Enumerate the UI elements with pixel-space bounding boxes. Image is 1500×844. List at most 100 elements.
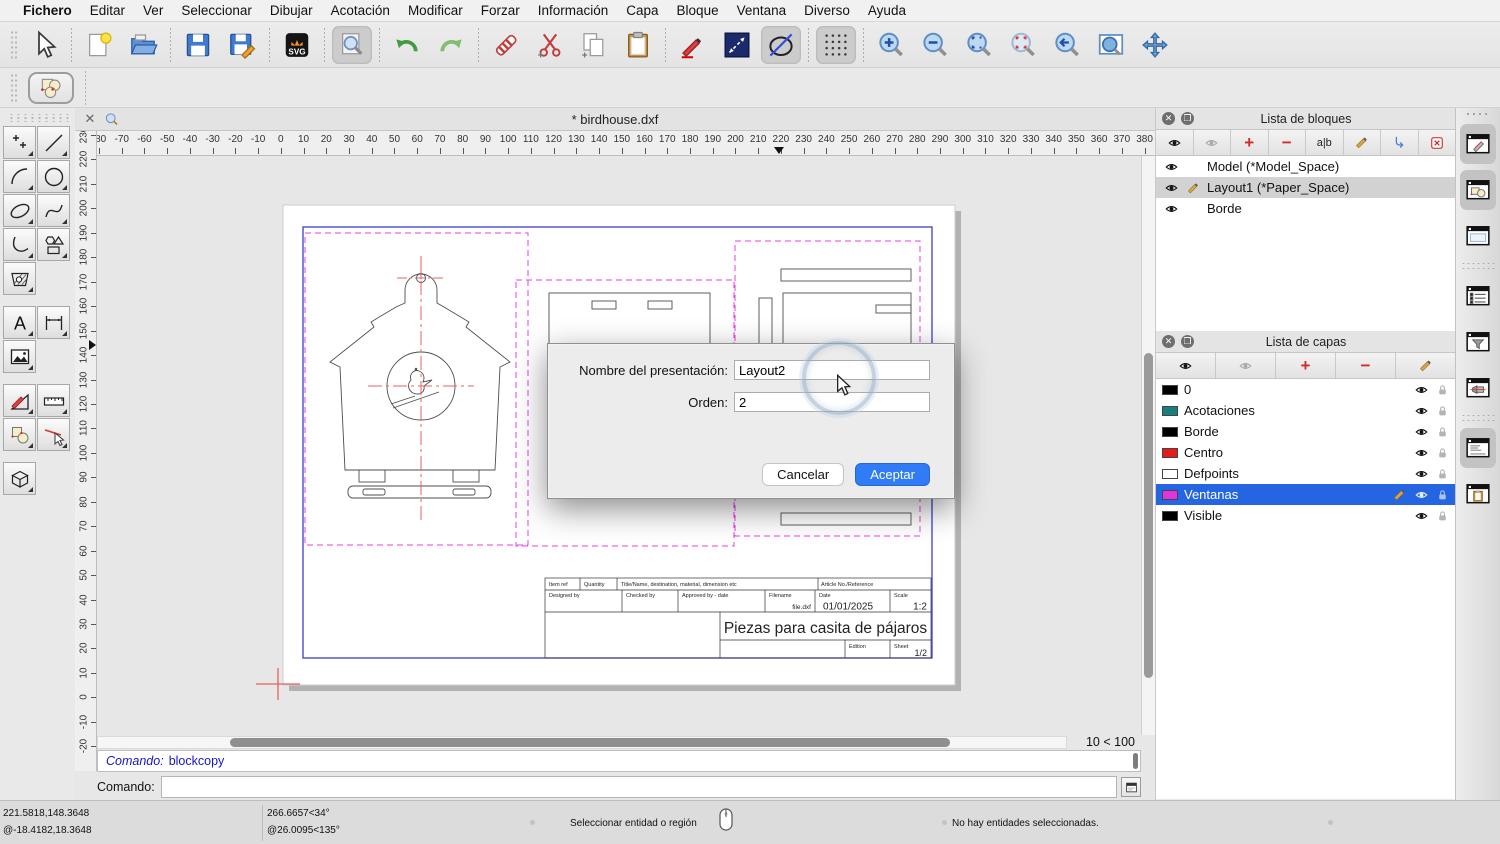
menu-informacion[interactable]: Información (529, 3, 618, 18)
edit-pen-button[interactable] (673, 26, 713, 64)
remove-layer-button[interactable]: − (1336, 353, 1396, 378)
layer-visible-icon[interactable] (1413, 467, 1430, 481)
paper-space-canvas[interactable]: Item ref Quantity Title/Name, destinatio… (97, 156, 1141, 735)
save-as-button[interactable] (222, 26, 262, 64)
dock-filter-button[interactable] (1460, 322, 1496, 362)
tool-shapes-button[interactable] (37, 228, 70, 261)
tool-ellipse-button[interactable] (3, 194, 36, 227)
layer-visible-icon[interactable] (1413, 446, 1430, 460)
measure-distance-button[interactable] (717, 26, 757, 64)
delete-block-button[interactable] (1419, 130, 1456, 155)
redo-button[interactable] (431, 26, 471, 64)
layer-visible-icon[interactable] (1413, 383, 1430, 397)
menu-fichero[interactable]: Fichero (14, 3, 81, 18)
tool-image-button[interactable] (3, 340, 36, 373)
menu-ver[interactable]: Ver (134, 3, 172, 18)
hide-all-layers-button[interactable] (1216, 353, 1276, 378)
block-panel-float-icon[interactable]: ❐ (1181, 112, 1194, 125)
block-visible-icon[interactable] (1163, 181, 1180, 195)
tool-text-button[interactable] (3, 306, 36, 339)
layer-lock-icon[interactable] (1436, 404, 1449, 418)
toolbar-drag-handle[interactable] (10, 72, 18, 103)
tool-line-button[interactable] (37, 126, 70, 159)
open-file-button[interactable] (123, 26, 163, 64)
layer-lock-icon[interactable] (1436, 488, 1449, 502)
dock-clipboard-button[interactable] (1460, 474, 1496, 514)
layer-panel-close-icon[interactable]: ✕ (1162, 335, 1175, 348)
command-history-scrollbar[interactable] (1133, 753, 1138, 769)
command-input[interactable] (160, 776, 1117, 798)
layer-lock-icon[interactable] (1436, 446, 1449, 460)
zoom-in-button[interactable] (871, 26, 911, 64)
dock-block-list-button[interactable] (1460, 170, 1496, 210)
pan-button[interactable] (1135, 26, 1175, 64)
vertical-scrollbar[interactable] (1141, 156, 1155, 735)
menu-modificar[interactable]: Modificar (399, 3, 472, 18)
new-file-button[interactable] (79, 26, 119, 64)
tool-measure-button[interactable] (37, 384, 70, 417)
block-visible-icon[interactable] (1163, 202, 1180, 216)
layer-row[interactable]: Centro (1156, 442, 1456, 463)
block-panel-close-icon[interactable]: ✕ (1162, 112, 1175, 125)
tool-modify-button[interactable] (3, 384, 36, 417)
menu-bloque[interactable]: Bloque (668, 3, 728, 18)
edit-block-button[interactable] (1344, 130, 1381, 155)
grid-toggle-button[interactable] (816, 25, 856, 64)
select-cursor-button[interactable] (24, 26, 64, 64)
add-block-button[interactable]: + (1231, 130, 1269, 155)
dock-layer-list-button[interactable] (1460, 276, 1496, 316)
layer-visible-icon[interactable] (1413, 404, 1430, 418)
remove-block-button[interactable]: − (1269, 130, 1306, 155)
menu-ayuda[interactable]: Ayuda (859, 3, 915, 18)
save-file-button[interactable] (178, 26, 218, 64)
edit-layer-button[interactable] (1396, 353, 1456, 378)
layout-order-input[interactable] (734, 392, 930, 412)
tool-dimension-button[interactable] (37, 306, 70, 339)
tool-3d-box-button[interactable] (3, 462, 36, 495)
layer-row[interactable]: Acotaciones (1156, 400, 1456, 421)
show-all-blocks-button[interactable] (1156, 130, 1194, 155)
paste-button[interactable] (618, 26, 658, 64)
tool-polyline-button[interactable] (3, 228, 36, 261)
zoom-previous-button[interactable] (1047, 26, 1087, 64)
block-row[interactable]: Model (*Model_Space) (1156, 156, 1456, 177)
copy-button[interactable] (574, 26, 614, 64)
draft-mode-button[interactable] (761, 25, 801, 64)
layer-panel-float-icon[interactable]: ❐ (1181, 335, 1194, 348)
tool-spline-button[interactable] (37, 194, 70, 227)
layer-lock-icon[interactable] (1436, 509, 1449, 523)
menu-ventana[interactable]: Ventana (728, 3, 796, 18)
block-row[interactable]: Borde (1156, 198, 1456, 219)
menu-acotacion[interactable]: Acotación (322, 3, 399, 18)
tool-blocks-button[interactable] (3, 418, 36, 451)
layer-visible-icon[interactable] (1413, 488, 1430, 502)
menu-editar[interactable]: Editar (81, 3, 134, 18)
layer-row[interactable]: Ventanas (1156, 484, 1456, 505)
dock-library-browser-button[interactable] (1460, 124, 1496, 164)
dock-pen-palette-button[interactable] (1460, 368, 1496, 408)
layer-row[interactable]: 0 (1156, 379, 1456, 400)
print-preview-button[interactable] (332, 25, 372, 64)
layer-visible-icon[interactable] (1413, 425, 1430, 439)
command-options-button[interactable] (1121, 777, 1141, 797)
menu-capa[interactable]: Capa (617, 3, 667, 18)
layer-visible-icon[interactable] (1413, 509, 1430, 523)
zoom-auto-button[interactable] (959, 26, 999, 64)
layer-lock-icon[interactable] (1436, 425, 1449, 439)
tool-circle-button[interactable] (37, 160, 70, 193)
cancel-button[interactable]: Cancelar (762, 463, 845, 486)
layer-row[interactable]: Borde (1156, 421, 1456, 442)
delete-eraser-button[interactable] (486, 26, 526, 64)
block-visible-icon[interactable] (1163, 160, 1180, 174)
dock-preview-button[interactable] (1460, 216, 1496, 256)
tool-arc-button[interactable] (3, 160, 36, 193)
tool-select-button[interactable] (37, 418, 70, 451)
insert-block-button[interactable] (1381, 130, 1419, 155)
layer-row[interactable]: Defpoints (1156, 463, 1456, 484)
export-svg-button[interactable] (277, 26, 317, 64)
show-all-layers-button[interactable] (1156, 353, 1216, 378)
zoom-selection-button[interactable] (1003, 26, 1043, 64)
tool-hatch-button[interactable] (3, 262, 36, 295)
horizontal-scrollbar[interactable]: 10 < 100 (97, 735, 1141, 750)
menu-forzar[interactable]: Forzar (472, 3, 529, 18)
